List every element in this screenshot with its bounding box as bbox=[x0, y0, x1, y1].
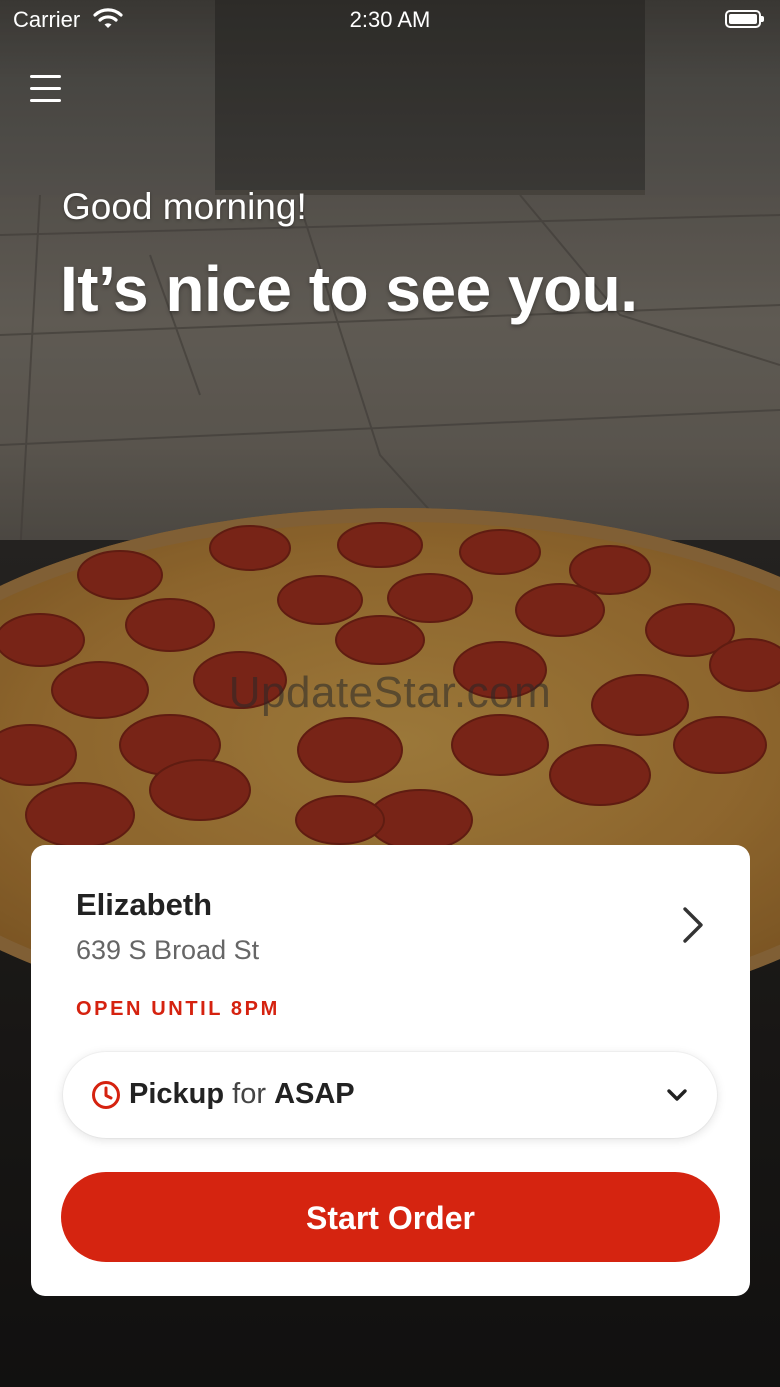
status-bar: Carrier 2:30 AM bbox=[0, 0, 780, 40]
start-order-button[interactable]: Start Order bbox=[61, 1172, 720, 1262]
pickup-time-select[interactable]: Pickup for ASAP bbox=[63, 1052, 717, 1138]
welcome-headline: It’s nice to see you. bbox=[60, 253, 638, 325]
chevron-right-icon[interactable] bbox=[679, 905, 707, 945]
menu-icon-line bbox=[30, 75, 61, 78]
store-name[interactable]: Elizabeth bbox=[76, 887, 212, 923]
status-time: 2:30 AM bbox=[349, 7, 431, 32]
store-card: Elizabeth 639 S Broad St OPEN UNTIL 8PM … bbox=[31, 845, 750, 1296]
clock-icon bbox=[92, 1081, 120, 1109]
pickup-selection-text: Pickup for ASAP bbox=[129, 1078, 355, 1111]
chevron-down-icon bbox=[667, 1089, 687, 1101]
battery-icon bbox=[725, 10, 764, 28]
order-time-label: ASAP bbox=[274, 1078, 355, 1110]
order-mode-connector: for bbox=[232, 1078, 266, 1110]
store-hours-status: OPEN UNTIL 8PM bbox=[76, 998, 280, 1020]
order-mode-label: Pickup bbox=[129, 1078, 225, 1110]
watermark: UpdateStar.com bbox=[228, 668, 552, 717]
menu-icon[interactable] bbox=[30, 75, 61, 103]
greeting-text: Good morning! bbox=[62, 186, 307, 227]
menu-icon-line bbox=[30, 99, 61, 102]
store-address[interactable]: 639 S Broad St bbox=[76, 935, 259, 966]
menu-icon-line bbox=[30, 87, 61, 90]
